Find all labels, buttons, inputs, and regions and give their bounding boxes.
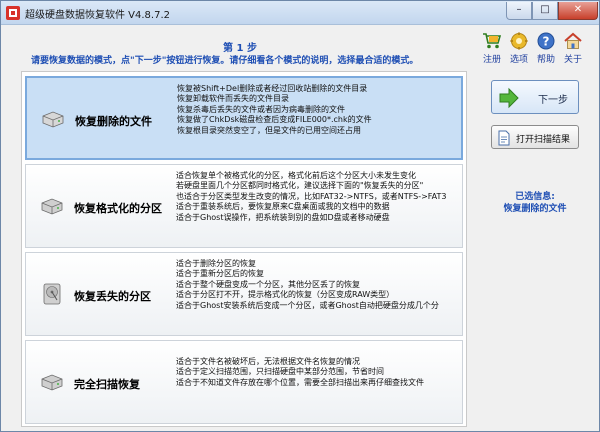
description-line: 适合于Ghost误操作，把系统装到别的盘如D盘或者移动硬盘 — [176, 212, 390, 222]
description-line: 适合于Ghost安装系统后变成一个分区，或者Ghost自动把硬盘分成几个分 — [176, 300, 439, 310]
description-line: 恢复被Shift+Del删除或者经过回收站删除的文件目录 — [177, 84, 368, 93]
description-line: 若硬盘里面几个分区都同时格式化，建议选择下面的"恢复丢失的分区" — [176, 181, 424, 191]
description-line: 适合于定义扫描范围，只扫描硬盘中某部分范围，节省时间 — [176, 367, 384, 377]
description-line: 适合于分区打不开，提示格式化的恢复（分区变成RAW类型） — [176, 290, 395, 300]
step-title: 第 1 步 — [223, 43, 257, 54]
mode-description: 适合于文件名被破坏后，无法根据文件名恢复的情况 适合于定义扫描范围，只扫描硬盘中… — [176, 357, 461, 388]
mode-recover-formatted-partition[interactable]: 恢复格式化的分区 适合恢复单个被格式化的分区，格式化前后这个分区大小未发生变化 … — [25, 164, 463, 248]
svg-text:?: ? — [543, 35, 550, 49]
open-scan-results-button[interactable]: 打开扫描结果 — [491, 125, 579, 149]
maximize-button[interactable]: □ — [532, 2, 558, 20]
mode-description: 适合于删除分区的恢复 适合于重新分区后的恢复 适合于整个硬盘变成一个分区，其他分… — [176, 259, 461, 311]
close-button[interactable]: ✕ — [558, 2, 598, 20]
house-icon — [564, 32, 582, 49]
description-line: 适合于文件名被破坏后，无法根据文件名恢复的情况 — [176, 357, 360, 366]
description-line: 适合于不知道文件存放在哪个位置，需要全部扫描出来再仔细查找文件 — [176, 377, 424, 387]
options-label: 选项 — [509, 55, 528, 65]
about-label: 关于 — [563, 55, 582, 65]
selected-info: 已选信息: 恢复删除的文件 — [485, 191, 585, 215]
arrow-right-icon — [499, 87, 519, 109]
description-line: 适合于重装系统后，要恢复原来C盘桌面或我的文档中的数据 — [176, 202, 390, 212]
hard-disk-icon — [41, 198, 63, 215]
description-line: 恢复做了ChkDsk磁盘检查后变成FILE000*.chk的文件 — [177, 115, 372, 125]
register-button[interactable]: 注册 — [478, 32, 506, 70]
description-line: 适合于整个硬盘变成一个分区，其他分区丢了的恢复 — [176, 279, 360, 289]
mode-name: 恢复格式化的分区 — [74, 202, 162, 215]
description-line: 恢复根目录突然变空了，但是文件的已用空间还占用 — [177, 125, 361, 135]
step-description: 请要恢复数据的模式，点"下一步"按钮进行恢复。请仔细看各个模式的说明，选择最合适… — [31, 56, 419, 66]
gear-icon — [510, 32, 528, 50]
window-title: 超级硬盘数据恢复软件 V4.8.7.2 — [25, 10, 171, 21]
next-step-label: 下一步 — [538, 95, 568, 106]
app-logo-icon — [6, 6, 20, 20]
mode-name: 恢复删除的文件 — [75, 115, 152, 128]
mode-name: 恢复丢失的分区 — [74, 290, 151, 303]
description-line: 恢复杀毒后丢失的文件或者因为病毒删除的文件 — [177, 104, 345, 114]
description-line: 恢复卸载软件而丢失的文件目录 — [177, 94, 289, 104]
help-label: 帮助 — [536, 55, 555, 65]
description-line: 适合恢复单个被格式化的分区，格式化前后这个分区大小未发生变化 — [176, 171, 416, 180]
selected-info-value: 恢复删除的文件 — [503, 204, 567, 214]
selected-info-label: 已选信息: — [515, 192, 555, 202]
mode-name: 完全扫描恢复 — [74, 378, 140, 391]
hard-disk-open-icon — [43, 283, 61, 305]
recovery-mode-list: 恢复删除的文件 恢复被Shift+Del删除或者经过回收站删除的文件目录 恢复卸… — [21, 71, 467, 427]
help-button[interactable]: ? 帮助 — [532, 32, 560, 70]
mode-recover-lost-partition[interactable]: 恢复丢失的分区 适合于删除分区的恢复 适合于重新分区后的恢复 适合于整个硬盘变成… — [25, 252, 463, 336]
mode-description: 恢复被Shift+Del删除或者经过回收站删除的文件目录 恢复卸载软件而丢失的文… — [177, 84, 462, 136]
mode-recover-deleted-files[interactable]: 恢复删除的文件 恢复被Shift+Del删除或者经过回收站删除的文件目录 恢复卸… — [25, 76, 463, 160]
mode-full-scan-recovery[interactable]: 完全扫描恢复 适合于文件名被破坏后，无法根据文件名恢复的情况 适合于定义扫描范围… — [25, 340, 463, 424]
hard-disk-icon — [41, 374, 63, 391]
document-icon — [498, 130, 510, 146]
about-button[interactable]: 关于 — [559, 32, 587, 70]
minimize-button[interactable]: – — [506, 2, 532, 20]
description-line: 适合于删除分区的恢复 — [176, 259, 256, 268]
description-line: 适合于重新分区后的恢复 — [176, 269, 264, 279]
help-icon: ? — [537, 32, 555, 50]
app-window: 超级硬盘数据恢复软件 V4.8.7.2 – □ ✕ 第 1 步 请要恢复数据的模… — [0, 0, 600, 432]
title-bar[interactable]: 超级硬盘数据恢复软件 V4.8.7.2 – □ ✕ — [1, 1, 599, 25]
register-label: 注册 — [482, 55, 501, 65]
description-line: 也适合于分区类型发生改变的情况，比如FAT32->NTFS，或者NTFS->FA… — [176, 191, 447, 201]
mode-description: 适合恢复单个被格式化的分区，格式化前后这个分区大小未发生变化 若硬盘里面几个分区… — [176, 171, 461, 223]
next-step-button[interactable]: 下一步 — [491, 80, 579, 114]
hard-disk-icon — [42, 111, 64, 128]
open-scan-results-label: 打开扫描结果 — [516, 135, 571, 145]
options-button[interactable]: 选项 — [505, 32, 533, 70]
cart-icon — [483, 33, 502, 49]
